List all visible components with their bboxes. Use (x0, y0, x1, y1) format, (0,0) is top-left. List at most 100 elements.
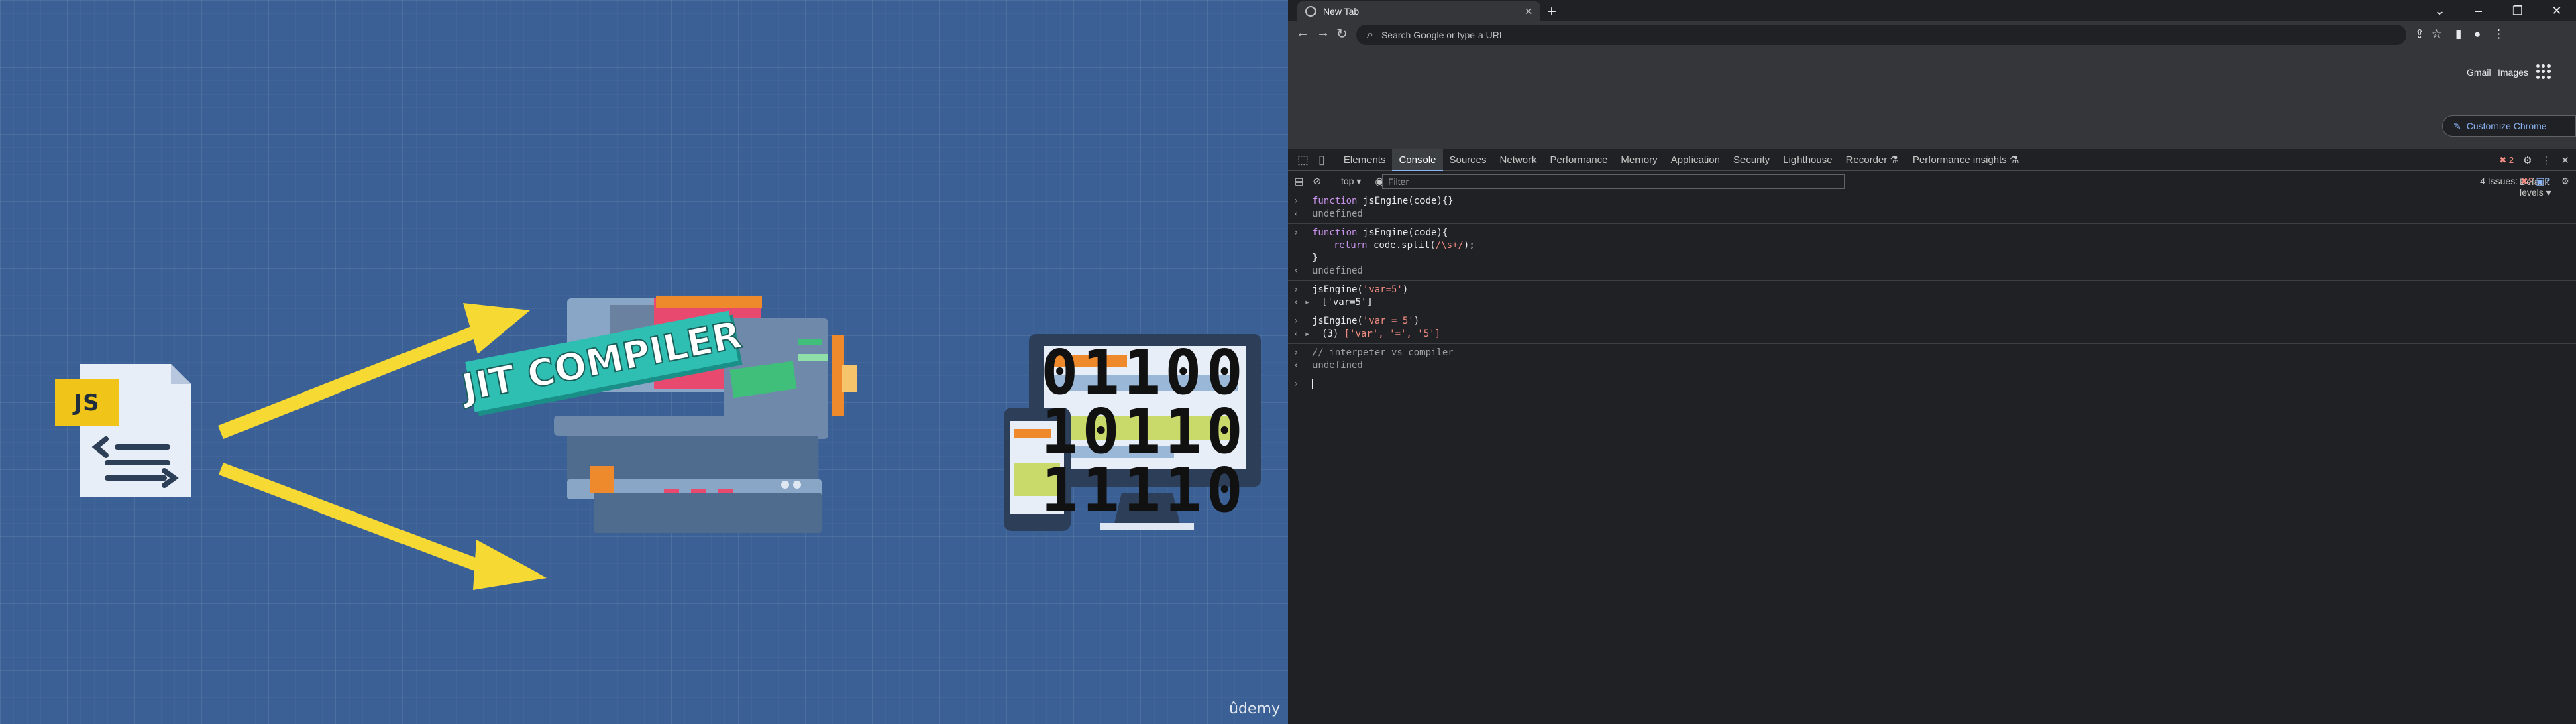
gmail-link[interactable]: Gmail (2467, 67, 2491, 78)
console-input-line: › jsEngine('var=5') (1288, 284, 2576, 296)
return-arrow-icon: ‹ (1293, 360, 1299, 371)
device-toolbar-icon[interactable]: ▯ (1318, 153, 1325, 167)
tab-elements[interactable]: Elements (1337, 149, 1393, 171)
console-output-line[interactable]: ‹ ▸ ['var=5'] (1288, 296, 2576, 309)
close-window-icon[interactable]: ✕ (2537, 0, 2576, 21)
back-icon[interactable]: ← (1296, 25, 1309, 41)
menu-icon[interactable]: ⋮ (2493, 27, 2504, 41)
issues-error-icon: ✖ (2520, 176, 2528, 186)
binary-row: 10110 (1041, 396, 1247, 467)
customize-chrome-button[interactable]: ✎ Customize Chrome (2442, 115, 2576, 137)
tab-strip: New Tab × + ⌄ – ❐ ✕ (1288, 0, 2576, 21)
error-count-badge[interactable]: ✖ 2 (2499, 155, 2514, 166)
issues-area: 4 Issues: ✖2 ▣2 ⚙ (2480, 176, 2569, 187)
console-input-line: › function jsEngine(code){ (1288, 227, 2576, 239)
code-text: ) (1402, 284, 1409, 295)
tab-console[interactable]: Console (1392, 149, 1443, 171)
devtools-actions: ✖ 2 ⚙ ⋮ ✕ (2499, 149, 2569, 171)
apps-grid-icon[interactable] (2536, 64, 2551, 79)
profile-icon[interactable]: ● (2474, 27, 2481, 41)
return-arrow-icon: ‹ (1293, 265, 1299, 276)
bookmark-star-icon[interactable]: ☆ (2432, 27, 2442, 41)
tab-recorder[interactable]: Recorder ⚗ (1839, 149, 1906, 171)
text-caret (1312, 379, 1313, 389)
settings-gear-icon[interactable]: ⚙ (2523, 154, 2532, 166)
tab-network[interactable]: Network (1493, 149, 1544, 171)
omnibox[interactable]: ⌕ Search Google or type a URL (1356, 25, 2406, 45)
filter-input[interactable]: Filter (1382, 174, 1845, 189)
console-output-line: ‹ undefined (1288, 208, 2576, 221)
browser-window: New Tab × + ⌄ – ❐ ✕ ← → ↻ ⌕ Search Googl… (1288, 0, 2576, 724)
browser-toolbar: ← → ↻ ⌕ Search Google or type a URL ⇪ ☆ … (1288, 21, 2576, 48)
code-text: jsEngine( (1312, 284, 1363, 295)
compiler-machine-icon: JIT COMPILER (455, 296, 857, 533)
arrow-icon (218, 303, 547, 590)
more-options-icon[interactable]: ⋮ (2541, 154, 2551, 166)
inspect-element-icon[interactable]: ⬚ (1297, 153, 1309, 167)
forward-icon[interactable]: → (1316, 25, 1330, 41)
issues-info-count: 2 (2544, 176, 2551, 186)
keyword: return (1334, 240, 1368, 251)
code-text: code.split( (1367, 240, 1436, 251)
tab-performance[interactable]: Performance (1544, 149, 1615, 171)
code-text: } (1312, 253, 1318, 263)
close-tab-icon[interactable]: × (1525, 5, 1532, 19)
console-toolbar: ▤ ⊘ top ▾ ◉ Filter Default levels ▾ 4 Is… (1288, 171, 2576, 198)
prompt-chevron-icon: › (1293, 196, 1299, 206)
context-selector[interactable]: top ▾ (1341, 176, 1361, 187)
binary-row: 11110 (1041, 455, 1247, 526)
output-text: undefined (1312, 265, 1363, 276)
binary-row: 01100 (1041, 337, 1247, 408)
udemy-watermark: ûdemy (1229, 701, 1280, 717)
context-value: top (1340, 176, 1354, 186)
restore-icon[interactable]: ❐ (2498, 0, 2537, 21)
tab-lighthouse[interactable]: Lighthouse (1776, 149, 1839, 171)
console-input-line: › function jsEngine(code){} (1288, 195, 2576, 208)
array-output: ['var', '=', '5'] (1344, 328, 1441, 339)
prompt-chevron-icon: › (1293, 284, 1299, 295)
console-settings-icon[interactable]: ⚙ (2561, 176, 2569, 187)
tab-search-icon[interactable]: ⌄ (2420, 0, 2459, 21)
omnibox-placeholder: Search Google or type a URL (1381, 29, 1505, 40)
reload-icon[interactable]: ↻ (1336, 25, 1348, 42)
console-output[interactable]: › function jsEngine(code){} ‹ undefined › f… (1288, 192, 2576, 391)
prompt-chevron-icon: › (1293, 316, 1299, 326)
code-text: jsEngine(code){ (1362, 227, 1448, 238)
new-tab-icon[interactable]: + (1547, 3, 1556, 21)
tab-sources[interactable]: Sources (1443, 149, 1493, 171)
new-tab-page: Gmail Images ✎ Customize Chrome (1288, 48, 2576, 149)
clear-console-icon[interactable]: ⊘ (1313, 176, 1321, 187)
code-text: ) (1413, 316, 1420, 326)
output-text: undefined (1312, 360, 1363, 371)
issues-button[interactable]: 4 Issues: ✖2 ▣2 (2480, 176, 2550, 187)
expand-triangle-icon[interactable]: ‹ ▸ (1293, 296, 1310, 309)
tab-performance-insights[interactable]: Performance insights ⚗ (1906, 149, 2026, 171)
console-output-line[interactable]: ‹ ▸ (3) ['var', '=', '5'] (1288, 328, 2576, 341)
tab-application[interactable]: Application (1664, 149, 1727, 171)
side-panel-icon[interactable]: ▮ (2455, 27, 2461, 41)
minimize-icon[interactable]: – (2459, 0, 2498, 21)
code-text: jsEngine( (1312, 316, 1363, 326)
close-devtools-icon[interactable]: ✕ (2561, 154, 2569, 166)
pencil-icon: ✎ (2453, 120, 2461, 131)
sidebar-toggle-icon[interactable]: ▤ (1295, 176, 1303, 187)
js-file-icon: JS (55, 364, 191, 497)
console-input-line: › // interpeter vs compiler (1288, 347, 2576, 359)
js-badge-text: JS (72, 389, 99, 416)
console-prompt[interactable]: › (1288, 378, 2576, 391)
error-count: 2 (2508, 155, 2514, 165)
tab-new-tab[interactable]: New Tab × (1297, 1, 1540, 21)
devtools-tabs: ⬚ ▯ Elements Console Sources Network Per… (1288, 149, 2576, 171)
code-text: ); (1463, 240, 1475, 251)
share-icon[interactable]: ⇪ (2415, 27, 2424, 41)
prompt-chevron-icon: › (1293, 379, 1299, 389)
customize-label: Customize Chrome (2466, 121, 2547, 131)
string-literal: 'var=5' (1362, 284, 1403, 295)
search-icon: ⌕ (1367, 29, 1373, 40)
images-link[interactable]: Images (2498, 67, 2528, 78)
console-input-line: return code.split(/\s+/); (1288, 239, 2576, 252)
tab-memory[interactable]: Memory (1614, 149, 1664, 171)
code-text: jsEngine(code){} (1362, 196, 1454, 206)
expand-triangle-icon[interactable]: ‹ ▸ (1293, 328, 1310, 341)
tab-security[interactable]: Security (1727, 149, 1776, 171)
